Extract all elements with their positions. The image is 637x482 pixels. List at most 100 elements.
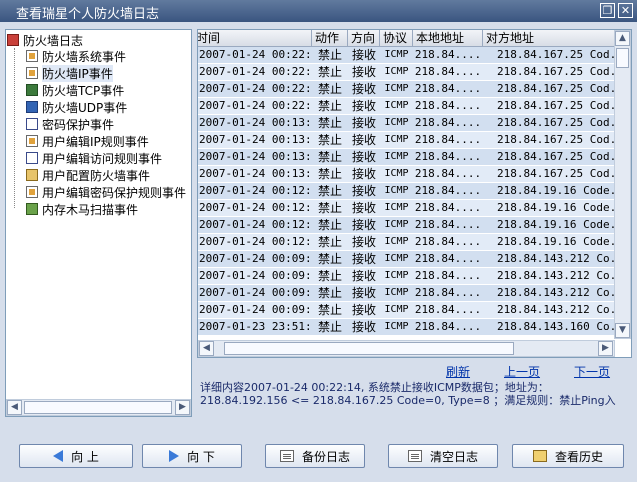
- arrow-left-icon: [53, 450, 64, 462]
- next-page-link[interactable]: 下一页: [574, 363, 610, 380]
- config-icon: [26, 169, 38, 181]
- cell-time: 2007-01-24 00:12:02: [199, 235, 312, 248]
- cell-action: 禁止: [317, 252, 342, 266]
- tree-item-udp-events[interactable]: 防火墙UDP事件: [26, 99, 127, 115]
- scroll-left-arrow-icon[interactable]: ◀: [7, 400, 22, 415]
- cell-direction: 接收: [351, 150, 376, 164]
- restore-button[interactable]: ❐: [600, 3, 615, 18]
- table-row[interactable]: 2007-01-24 00:09:24 禁止接收 ICMP 218.84.... 218…: [198, 285, 615, 302]
- move-up-button[interactable]: 向 上: [19, 444, 133, 468]
- tree-item-memory-trojan-scan[interactable]: 内存木马扫描事件: [26, 201, 138, 217]
- tree-horizontal-scrollbar[interactable]: ◀ ▶: [6, 399, 191, 416]
- table-row[interactable]: 2007-01-24 00:09:25 禁止接收 ICMP 218.84.... 218…: [198, 268, 615, 285]
- scroll-down-arrow-icon[interactable]: ▼: [615, 323, 630, 338]
- table-vertical-scrollbar[interactable]: ▲ ▼: [614, 30, 631, 339]
- scroll-right-arrow-icon[interactable]: ▶: [598, 341, 613, 356]
- column-header-direction[interactable]: 方向: [348, 30, 380, 46]
- scroll-thumb[interactable]: [224, 342, 514, 355]
- tree-item-edit-ip-rule[interactable]: 用户编辑IP规则事件: [26, 133, 149, 149]
- tree-item-ip-events[interactable]: 防火墙IP事件: [26, 64, 113, 82]
- cell-remote: 218.84.143.212 Co...: [497, 269, 615, 282]
- backup-log-button[interactable]: 备份日志: [265, 444, 365, 468]
- scroll-up-arrow-icon[interactable]: ▲: [615, 31, 630, 46]
- cell-local: 218.84....: [414, 303, 482, 316]
- table-row[interactable]: 2007-01-24 00:12:02 禁止接收 ICMP 218.84.... 218…: [198, 234, 615, 251]
- scroll-left-arrow-icon[interactable]: ◀: [199, 341, 214, 356]
- cell-direction: 接收: [351, 48, 376, 62]
- table-row[interactable]: 2007-01-24 00:13:27 禁止接收 ICMP 218.84.... 218…: [198, 132, 615, 149]
- close-button[interactable]: ✕: [618, 3, 633, 18]
- cell-remote: 218.84.167.25 Cod...: [497, 65, 615, 78]
- table-row[interactable]: 2007-01-24 00:09:26 禁止接收 ICMP 218.84.... 218…: [198, 251, 615, 268]
- cell-time: 2007-01-24 00:22:12: [199, 82, 312, 95]
- tree-item-tcp-events[interactable]: 防火墙TCP事件: [26, 82, 124, 98]
- table-row[interactable]: 2007-01-24 00:22:12 禁止接收 ICMP 218.84.... 218…: [198, 81, 615, 98]
- scroll-right-arrow-icon[interactable]: ▶: [175, 400, 190, 415]
- table-row[interactable]: 2007-01-24 00:13:26 禁止接收 ICMP 218.84.... 218…: [198, 149, 615, 166]
- scroll-thumb[interactable]: [616, 48, 629, 68]
- table-row[interactable]: 2007-01-24 00:22:11 禁止接收 ICMP 218.84.... 218…: [198, 98, 615, 115]
- cell-direction: 接收: [351, 201, 376, 215]
- table-row[interactable]: 2007-01-24 00:12:03 禁止接收 ICMP 218.84.... 218…: [198, 217, 615, 234]
- table-row[interactable]: 2007-01-24 00:12:05 禁止接收 ICMP 218.84.... 218…: [198, 183, 615, 200]
- cell-protocol: ICMP: [384, 49, 409, 60]
- cell-action: 禁止: [317, 303, 342, 317]
- tree-item-system-events[interactable]: 防火墙系统事件: [26, 48, 126, 64]
- table-row[interactable]: 2007-01-23 23:51:11 禁止接收 ICMP 218.84.... 218…: [198, 319, 615, 336]
- tree-root[interactable]: 防火墙日志: [7, 32, 83, 48]
- move-down-button[interactable]: 向 下: [142, 444, 242, 468]
- refresh-link[interactable]: 刷新: [446, 363, 470, 380]
- column-header-action[interactable]: 动作: [312, 30, 348, 46]
- cell-action: 禁止: [317, 201, 342, 215]
- clear-log-button[interactable]: 清空日志: [388, 444, 498, 468]
- cell-protocol: ICMP: [384, 134, 409, 145]
- table-row[interactable]: 2007-01-24 00:13:25 禁止接收 ICMP 218.84.... 218…: [198, 166, 615, 183]
- table-horizontal-scrollbar[interactable]: ◀ ▶: [198, 340, 615, 357]
- cell-remote: 218.84.143.212 Co...: [497, 303, 615, 316]
- cell-direction: 接收: [351, 65, 376, 79]
- document-icon: [26, 67, 38, 79]
- column-header-local-address[interactable]: 本地地址: [413, 30, 483, 46]
- cell-protocol: ICMP: [384, 270, 409, 281]
- cell-local: 218.84....: [414, 218, 482, 231]
- table-row[interactable]: 2007-01-24 00:12:04 禁止接收 ICMP 218.84.... 218…: [198, 200, 615, 217]
- view-history-button[interactable]: 查看历史: [512, 444, 624, 468]
- cell-time: 2007-01-24 00:09:26: [199, 252, 312, 265]
- cell-protocol: ICMP: [384, 202, 409, 213]
- cell-local: 218.84....: [414, 82, 482, 95]
- cell-remote: 218.84.143.212 Co...: [497, 286, 615, 299]
- cell-action: 禁止: [317, 167, 342, 181]
- table-row[interactable]: 2007-01-24 00:22:14 禁止接收 ICMP 218.84.... 218…: [198, 47, 615, 64]
- cell-local: 218.84....: [414, 65, 482, 78]
- computer-icon: [26, 84, 38, 96]
- cell-action: 禁止: [317, 99, 342, 113]
- cell-local: 218.84....: [414, 116, 482, 129]
- tree-item-label: 用户编辑访问规则事件: [42, 151, 163, 166]
- tree-item-edit-access-rule[interactable]: 用户编辑访问规则事件: [26, 150, 162, 166]
- cell-local: 218.84....: [414, 48, 482, 61]
- tree-item-password-events[interactable]: 密码保护事件: [26, 116, 114, 132]
- cell-action: 禁止: [317, 269, 342, 283]
- table-row[interactable]: 2007-01-24 00:09:23 禁止接收 ICMP 218.84.... 218…: [198, 302, 615, 319]
- cell-action: 禁止: [317, 286, 342, 300]
- cell-direction: 接收: [351, 116, 376, 130]
- table-row[interactable]: 2007-01-24 00:22:13 禁止接收 ICMP 218.84.... 218…: [198, 64, 615, 81]
- cell-time: 2007-01-24 00:09:23: [199, 303, 312, 316]
- cell-remote: 218.84.167.25 Cod...: [497, 48, 615, 61]
- backup-log-label: 备份日志: [301, 449, 350, 464]
- cell-direction: 接收: [351, 269, 376, 283]
- cell-action: 禁止: [317, 65, 342, 79]
- tree-item-label: 内存木马扫描事件: [42, 202, 139, 217]
- tree-item-config-firewall[interactable]: 用户配置防火墙事件: [26, 167, 150, 183]
- cell-protocol: ICMP: [384, 236, 409, 247]
- tree-item-edit-password-rule[interactable]: 用户编辑密码保护规则事件: [26, 184, 186, 200]
- table-header: 时间 动作 方向 协议 本地地址 对方地址: [198, 30, 615, 47]
- scroll-thumb[interactable]: [24, 401, 172, 414]
- column-header-time[interactable]: 时间: [198, 30, 312, 46]
- column-header-protocol[interactable]: 协议: [380, 30, 413, 46]
- column-header-remote-address[interactable]: 对方地址: [483, 30, 615, 46]
- table-row[interactable]: 2007-01-24 00:13:28 禁止接收 ICMP 218.84.... 218…: [198, 115, 615, 132]
- cell-protocol: ICMP: [384, 185, 409, 196]
- cell-remote: 218.84.19.16 Code...: [497, 184, 615, 197]
- prev-page-link[interactable]: 上一页: [504, 363, 540, 380]
